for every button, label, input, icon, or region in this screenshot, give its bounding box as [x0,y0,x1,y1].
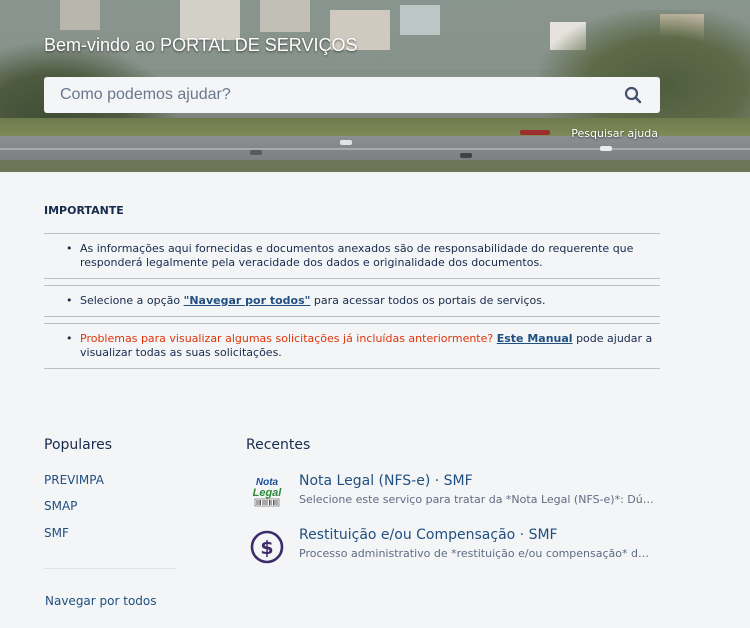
notice-item-2-pre: Selecione a opção [80,294,184,307]
hero-building [260,0,310,32]
recent-item-desc: Processo administrativo de *restituição … [299,547,649,560]
hero-building [60,0,100,30]
recent-item-title[interactable]: Nota Legal (NFS-e) · SMF [299,473,473,489]
notice-item-1: As informações aqui fornecidas e documen… [44,234,660,278]
notice-item-3: Problemas para visualizar algumas solici… [44,324,660,368]
notice-item: Problemas para visualizar algumas solici… [44,323,660,369]
popular-item-previmpa[interactable]: PREVIMPA [44,473,104,487]
page-title: Bem-vindo ao PORTAL DE SERVIÇOS [44,35,358,55]
recent-item-restituicao[interactable]: $ Restituição e/ou Compensação · SMF Pro… [248,527,668,567]
hero-ground [0,160,750,172]
important-notice: IMPORTANTE As informações aqui fornecida… [44,204,660,369]
search-help-link[interactable]: Pesquisar ajuda [571,127,658,140]
browse-all-link[interactable]: Navegar por todos [45,594,157,608]
notice-list: As informações aqui fornecidas e documen… [44,233,660,369]
notice-heading: IMPORTANTE [44,204,124,217]
hero-building [180,0,240,40]
notice-item: Selecione a opção "Navegar por todos" pa… [44,285,660,317]
recent-item-title[interactable]: Restituição e/ou Compensação · SMF [299,527,558,543]
search-input[interactable] [60,86,600,104]
popular-item-smf[interactable]: SMF [44,526,69,540]
recent-item-desc: Selecione este serviço para tratar da *N… [299,493,654,506]
search-box[interactable] [44,77,660,113]
svg-text:$: $ [260,537,273,559]
notice-item: As informações aqui fornecidas e documen… [44,233,660,279]
notice-warning-text: Problemas para visualizar algumas solici… [80,332,494,345]
hero-car [600,146,612,151]
svg-text:Legal: Legal [253,487,283,499]
manual-link[interactable]: Este Manual [497,332,573,345]
search-icon[interactable] [624,86,642,104]
nota-legal-logo-icon: Nota Legal [253,477,283,507]
hero-car [250,150,262,155]
popular-divider [44,568,176,569]
popular-item-smap[interactable]: SMAP [44,499,77,513]
popular-heading: Populares [44,437,113,453]
recent-item-nota-legal[interactable]: Nota Legal Nota Legal (NFS-e) · SMF Sele… [248,473,668,513]
recent-heading: Recentes [246,437,311,453]
hero-bus [520,130,550,135]
browse-all-inline-link[interactable]: "Navegar por todos" [184,294,311,307]
hero-car [340,140,352,145]
hero-car [460,153,472,158]
hero-banner: Bem-vindo ao PORTAL DE SERVIÇOS Pesquisa… [0,0,750,172]
dollar-circle-icon: $ [250,530,284,564]
hero-road-line [0,148,750,150]
hero-building [400,5,440,35]
notice-item-2-post: para acessar todos os portais de serviço… [310,294,546,307]
notice-item-2: Selecione a opção "Navegar por todos" pa… [44,286,660,316]
